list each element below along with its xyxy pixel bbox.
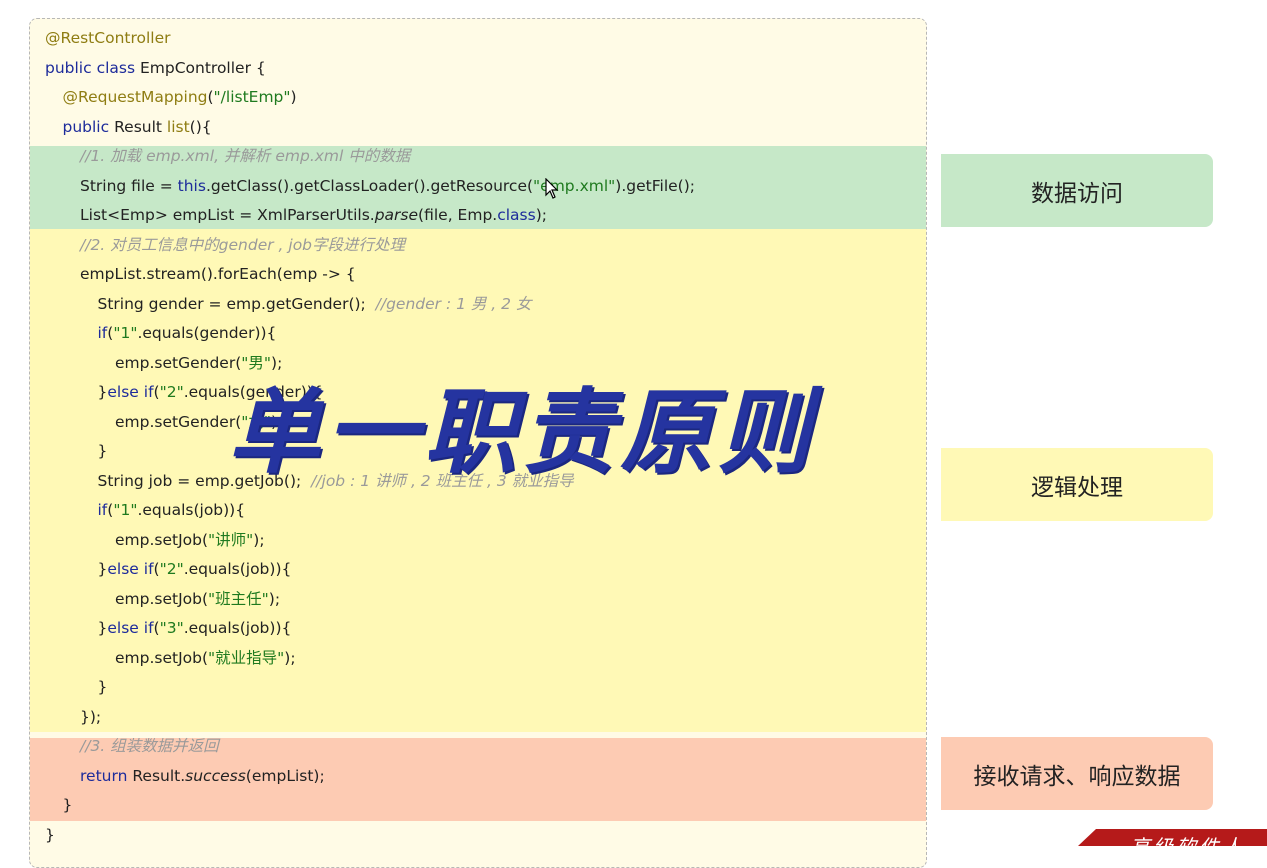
label-request-response: 接收请求、响应数据 [941,737,1213,810]
code-token: ); [535,206,547,224]
code-token: success [185,766,246,785]
label-logic: 逻辑处理 [941,448,1213,521]
code-token: "1" [113,501,138,519]
code-line: empList.stream().forEach(emp -> { [80,260,356,290]
code-token: ); [268,589,281,608]
code-token: @RestController [45,29,171,47]
code-line: String gender = emp.getGender(); //gende… [98,290,532,320]
code-token: ); [253,530,265,549]
code-token: .equals(job)){ [183,619,292,637]
code-token: "/listEmp" [213,88,291,106]
mouse-cursor-icon [545,178,559,199]
code-token: "班主任" [208,589,269,608]
label-data-access-text: 数据访问 [1031,180,1123,207]
code-line: return Result.success(empList); [80,762,325,792]
code-token: .getClass().getClassLoader().getResource… [205,176,534,195]
code-token: String gender = emp.getGender(); [97,294,376,313]
code-token: (file, Emp. [418,206,498,224]
code-token: } [97,619,108,637]
code-token: class [497,206,536,224]
code-token: if [97,324,108,342]
code-line: emp.setJob("就业指导"); [115,644,296,674]
code-token: emp.setJob( [115,589,209,608]
code-line: List<Emp> empList = XmlParserUtils.parse… [80,201,547,231]
corner-badge: 高级软件人 [1078,829,1267,846]
code-token: "2" [159,383,184,401]
code-token: Result [114,117,167,136]
code-token: "2" [159,560,184,578]
code-line: //2. 对员工信息中的gender , job字段进行处理 [80,231,405,261]
code-token: //gender : 1 男 , 2 女 [375,294,532,313]
corner-badge-text: 高级软件人 [1130,831,1245,846]
code-token: } [45,825,55,844]
label-request-response-text: 接收请求、响应数据 [973,763,1181,790]
code-line: }); [80,703,101,733]
code-line: public class EmpController { [45,54,266,84]
code-token: //3. 组装数据并返回 [80,737,219,755]
code-token: if [97,501,108,519]
code-token: public class [45,58,140,77]
code-line: emp.setJob("讲师"); [115,526,265,556]
code-token: ); [284,648,296,667]
code-token: .equals(job)){ [137,501,246,519]
code-token: } [62,796,73,814]
code-line: @RestController [45,24,171,54]
code-token: "就业指导" [208,648,285,667]
code-token: .equals(gender)){ [137,324,277,342]
code-token: //2. 对员工信息中的gender , job字段进行处理 [80,235,406,254]
code-line: if("1".equals(job)){ [98,496,246,526]
code-line: //1. 加载 emp.xml, 并解析 emp.xml 中的数据 [80,142,410,172]
code-token: (){ [189,117,212,136]
code-token: Result. [132,766,186,785]
code-token: parse [374,206,419,224]
code-token: return [80,766,133,785]
code-line: } [98,437,108,467]
code-token: "1" [113,324,138,342]
code-token: (empList); [245,766,325,785]
code-token: list [166,117,190,136]
code-token: EmpController { [139,58,266,77]
code-token: //1. 加载 emp.xml, 并解析 emp.xml 中的数据 [80,147,411,165]
code-line: } [63,791,73,821]
code-token: List<Emp> empList = XmlParserUtils. [80,206,375,224]
code-token: else if [107,383,154,401]
code-line: }else if("3".equals(job)){ [98,614,292,644]
code-line: emp.setJob("班主任"); [115,585,280,615]
code-token: else if [107,560,154,578]
code-token: else if [107,619,154,637]
code-line: @RequestMapping("/listEmp") [63,83,297,113]
code-token: ) [290,88,297,106]
code-line: } [98,673,108,703]
code-token: this [177,176,206,195]
code-token: emp.setGender( [115,412,242,431]
code-token: .equals(job)){ [183,560,292,578]
code-line: //3. 组装数据并返回 [80,732,219,762]
code-token: } [97,442,108,460]
code-token: }); [80,707,102,726]
code-token: @RequestMapping [62,88,208,106]
code-token: "讲师" [208,530,254,549]
code-line: public Result list(){ [63,113,212,143]
code-token: empList.stream().forEach(emp -> { [80,265,356,283]
label-logic-text: 逻辑处理 [1031,474,1123,501]
code-token: } [97,678,108,696]
code-token: ).getFile(); [615,176,695,195]
code-token: "3" [159,619,184,637]
code-line: }else if("2".equals(job)){ [98,555,292,585]
code-token: emp.setGender( [115,353,242,372]
overlay-title: 单一职责原则 [228,378,817,486]
code-line: if("1".equals(gender)){ [98,319,277,349]
code-token: } [97,560,108,578]
code-token: } [97,383,108,401]
code-token: String file = [80,176,178,195]
code-token: public [62,117,115,136]
code-token: emp.setJob( [115,530,209,549]
code-token: emp.setJob( [115,648,209,667]
code-line: String file = this.getClass().getClassLo… [80,172,695,202]
label-data-access: 数据访问 [941,154,1213,227]
